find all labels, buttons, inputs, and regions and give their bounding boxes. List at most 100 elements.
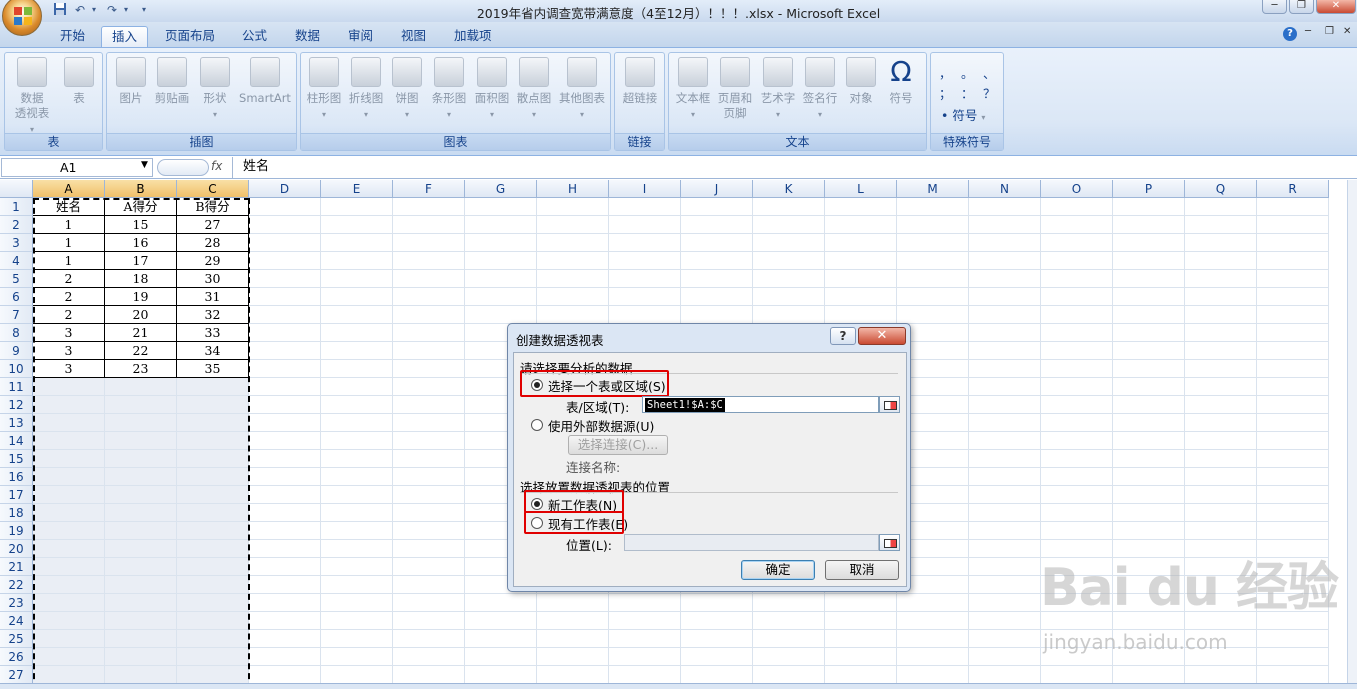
- cell-d18[interactable]: [249, 504, 321, 522]
- cell-j26[interactable]: [681, 648, 753, 666]
- cell-b23[interactable]: [105, 594, 177, 612]
- cell-a2[interactable]: 1: [33, 216, 105, 234]
- cell-d14[interactable]: [249, 432, 321, 450]
- row-header-2[interactable]: 2: [0, 216, 33, 234]
- cell-c5[interactable]: 30: [177, 270, 249, 288]
- cell-n13[interactable]: [969, 414, 1041, 432]
- row-header-23[interactable]: 23: [0, 594, 33, 612]
- ribbon-restore-icon[interactable]: ❐: [1325, 26, 1334, 37]
- cell-l24[interactable]: [825, 612, 897, 630]
- ok-button[interactable]: 确定: [741, 560, 815, 580]
- cell-i6[interactable]: [609, 288, 681, 306]
- tab-home[interactable]: 开始: [58, 26, 87, 48]
- row-header-14[interactable]: 14: [0, 432, 33, 450]
- cell-f23[interactable]: [393, 594, 465, 612]
- cell-e5[interactable]: [321, 270, 393, 288]
- tab-formulas[interactable]: 公式: [240, 26, 269, 48]
- cell-n15[interactable]: [969, 450, 1041, 468]
- other-charts-button[interactable]: 其他图表 ▾: [556, 57, 608, 121]
- cell-p8[interactable]: [1113, 324, 1185, 342]
- pie-chart-button[interactable]: 饼图 ▾: [389, 57, 425, 121]
- cell-d15[interactable]: [249, 450, 321, 468]
- cell-d21[interactable]: [249, 558, 321, 576]
- cell-p13[interactable]: [1113, 414, 1185, 432]
- cell-d17[interactable]: [249, 486, 321, 504]
- cell-k2[interactable]: [753, 216, 825, 234]
- cell-q6[interactable]: [1185, 288, 1257, 306]
- cell-b18[interactable]: [105, 504, 177, 522]
- cell-d8[interactable]: [249, 324, 321, 342]
- cell-q5[interactable]: [1185, 270, 1257, 288]
- cell-c25[interactable]: [177, 630, 249, 648]
- cell-c20[interactable]: [177, 540, 249, 558]
- cell-r3[interactable]: [1257, 234, 1329, 252]
- cell-a18[interactable]: [33, 504, 105, 522]
- cell-o7[interactable]: [1041, 306, 1113, 324]
- cell-f9[interactable]: [393, 342, 465, 360]
- cell-d22[interactable]: [249, 576, 321, 594]
- cell-e27[interactable]: [321, 666, 393, 684]
- cell-l1[interactable]: [825, 198, 897, 216]
- cell-d20[interactable]: [249, 540, 321, 558]
- row-header-11[interactable]: 11: [0, 378, 33, 396]
- cell-d6[interactable]: [249, 288, 321, 306]
- cell-d27[interactable]: [249, 666, 321, 684]
- cell-f6[interactable]: [393, 288, 465, 306]
- object-button[interactable]: 对象: [843, 57, 879, 106]
- line-chart-button[interactable]: 折线图 ▾: [346, 57, 386, 121]
- row-header-17[interactable]: 17: [0, 486, 33, 504]
- cell-a14[interactable]: [33, 432, 105, 450]
- choose-connection-button[interactable]: 选择连接(C)...: [568, 435, 668, 455]
- special-symbol-button[interactable]: • 符号 ▾: [941, 105, 985, 124]
- cell-b19[interactable]: [105, 522, 177, 540]
- cell-e23[interactable]: [321, 594, 393, 612]
- select-all-corner[interactable]: [0, 180, 33, 198]
- column-header-d[interactable]: D: [249, 180, 321, 198]
- cell-i26[interactable]: [609, 648, 681, 666]
- cell-a1[interactable]: 姓名: [33, 198, 105, 216]
- cell-p10[interactable]: [1113, 360, 1185, 378]
- column-chart-button[interactable]: 柱形图 ▾: [304, 57, 344, 121]
- cell-f2[interactable]: [393, 216, 465, 234]
- cell-k3[interactable]: [753, 234, 825, 252]
- cell-d9[interactable]: [249, 342, 321, 360]
- cell-d1[interactable]: [249, 198, 321, 216]
- cell-e22[interactable]: [321, 576, 393, 594]
- cell-f15[interactable]: [393, 450, 465, 468]
- cell-e3[interactable]: [321, 234, 393, 252]
- row-header-18[interactable]: 18: [0, 504, 33, 522]
- symbol-period[interactable]: 。: [961, 63, 974, 82]
- customize-qat-icon[interactable]: ▾: [136, 2, 152, 18]
- shapes-button[interactable]: 形状 ▾: [197, 57, 233, 121]
- cell-e15[interactable]: [321, 450, 393, 468]
- fx-icon[interactable]: fx: [211, 159, 222, 173]
- cell-m3[interactable]: [897, 234, 969, 252]
- radio-external-source[interactable]: [531, 419, 543, 431]
- cell-g3[interactable]: [465, 234, 537, 252]
- range-input[interactable]: Sheet1!$A:$C: [642, 396, 879, 413]
- cell-l6[interactable]: [825, 288, 897, 306]
- column-header-o[interactable]: O: [1041, 180, 1113, 198]
- cell-a17[interactable]: [33, 486, 105, 504]
- row-header-6[interactable]: 6: [0, 288, 33, 306]
- cell-e10[interactable]: [321, 360, 393, 378]
- cell-h23[interactable]: [537, 594, 609, 612]
- cell-c23[interactable]: [177, 594, 249, 612]
- cell-g27[interactable]: [465, 666, 537, 684]
- location-input[interactable]: [624, 534, 879, 551]
- cell-q17[interactable]: [1185, 486, 1257, 504]
- cell-c24[interactable]: [177, 612, 249, 630]
- cell-l26[interactable]: [825, 648, 897, 666]
- cell-c7[interactable]: 32: [177, 306, 249, 324]
- cell-q4[interactable]: [1185, 252, 1257, 270]
- cell-g25[interactable]: [465, 630, 537, 648]
- ribbon-minimize-icon[interactable]: ─: [1305, 26, 1311, 37]
- cell-c4[interactable]: 29: [177, 252, 249, 270]
- cell-f27[interactable]: [393, 666, 465, 684]
- cell-g1[interactable]: [465, 198, 537, 216]
- cell-a12[interactable]: [33, 396, 105, 414]
- cell-n6[interactable]: [969, 288, 1041, 306]
- cell-q10[interactable]: [1185, 360, 1257, 378]
- cell-f4[interactable]: [393, 252, 465, 270]
- cell-m5[interactable]: [897, 270, 969, 288]
